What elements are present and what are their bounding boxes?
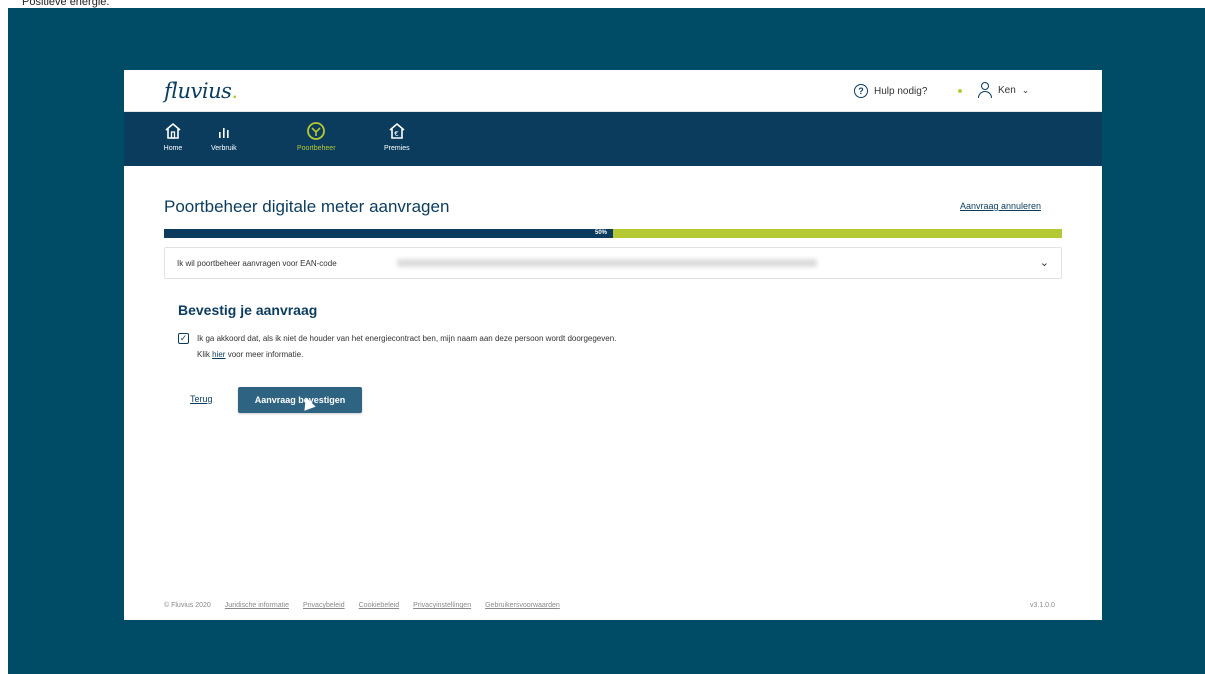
chevron-down-icon: ⌄ (1021, 84, 1030, 95)
help-label: Hulp nodig? (874, 85, 928, 97)
separator-dot (958, 89, 962, 93)
meter-icon (305, 120, 327, 142)
chevron-down-icon[interactable]: ⌄ (1040, 256, 1049, 269)
help-link[interactable]: ? Hulp nodig? (854, 84, 927, 98)
user-name: Ken (998, 84, 1016, 96)
footer-link-privacy-settings[interactable]: Privacyinstellingen (413, 602, 471, 609)
nav-label-home: Home (163, 145, 183, 152)
progress-label: 50% (594, 230, 607, 236)
footer-link-legal[interactable]: Juridische informatie (225, 602, 289, 609)
footer-copyright: © Fluvius 2020 (164, 602, 211, 609)
user-menu[interactable]: Ken ⌄ (978, 82, 1029, 98)
checkmark-icon: ✓ (179, 333, 188, 343)
home-icon (162, 120, 184, 142)
page-title: Poortbeheer digitale meter aanvragen (164, 197, 450, 216)
nav-label-premies: Premies (384, 145, 410, 152)
bar-chart-icon (213, 120, 235, 142)
nav-item-poortbeheer[interactable]: Poortbeheer (297, 120, 336, 152)
info-line: Klik hier voor meer informatie. (197, 350, 304, 359)
page-caption: Positieve energie. (22, 0, 110, 8)
header: fluvius. ? Hulp nodig? Ken ⌄ (124, 70, 1102, 112)
nav-item-home[interactable]: Home (162, 120, 184, 152)
footer-link-cookies[interactable]: Cookiebeleid (359, 602, 399, 609)
app-version: v3.1.0.0 (1030, 602, 1055, 609)
user-icon (978, 82, 992, 98)
footer: © Fluvius 2020 Juridische informatie Pri… (164, 602, 1062, 609)
progress-bar: 50% (164, 229, 1062, 238)
confirm-heading: Bevestig je aanvraag (178, 302, 318, 318)
euro-house-icon: € (386, 120, 408, 142)
agree-checkbox[interactable]: ✓ (178, 333, 189, 344)
video-stage: fluvius. ? Hulp nodig? Ken ⌄ Home Verbru… (8, 8, 1205, 674)
main-nav: Home Verbruik Poortbeheer € Premies (124, 112, 1102, 166)
app-window: fluvius. ? Hulp nodig? Ken ⌄ Home Verbru… (124, 70, 1102, 620)
nav-label-poortbeheer: Poortbeheer (297, 145, 336, 152)
ean-accordion[interactable]: Ik wil poortbeheer aanvragen voor EAN-co… (164, 247, 1062, 279)
footer-link-terms[interactable]: Gebruikersvoorwaarden (485, 602, 560, 609)
progress-fill: 50% (164, 229, 613, 238)
footer-link-privacy[interactable]: Privacybeleid (303, 602, 345, 609)
cancel-request-link[interactable]: Aanvraag annuleren (960, 201, 1041, 211)
ean-text: Ik wil poortbeheer aanvragen voor EAN-co… (177, 259, 337, 268)
nav-item-verbruik[interactable]: Verbruik (211, 120, 237, 152)
fluvius-logo[interactable]: fluvius. (164, 79, 238, 103)
nav-label-verbruik: Verbruik (211, 145, 237, 152)
help-icon: ? (854, 84, 868, 98)
info-link[interactable]: hier (212, 350, 225, 359)
agree-label: Ik ga akkoord dat, als ik niet de houder… (197, 334, 617, 343)
svg-text:€: € (394, 130, 398, 138)
ean-redacted (397, 259, 817, 267)
back-link[interactable]: Terug (190, 394, 213, 404)
nav-item-premies[interactable]: € Premies (384, 120, 410, 152)
